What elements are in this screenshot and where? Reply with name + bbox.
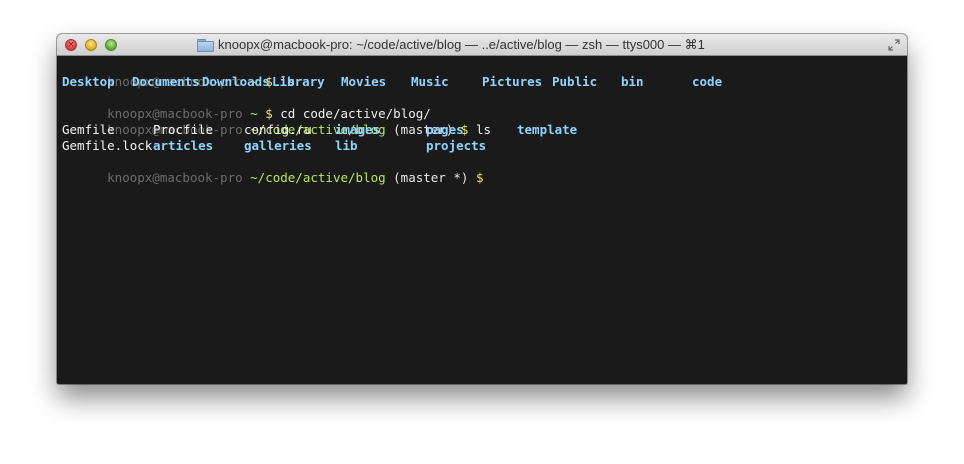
prompt-line: knoopx@macbook-pro ~/code/active/blog (m… [62, 154, 907, 185]
file-entry: Gemfile.lock [62, 138, 153, 153]
directory-entry: Movies [341, 74, 387, 89]
directory-entry: Pictures [482, 74, 543, 89]
terminal-content[interactable]: knoopx@macbook-pro ~ $ ls Desktop Docume… [57, 56, 907, 384]
title-bar[interactable]: × knoopx@macbook-pro: ~/code/active/blog… [57, 34, 907, 56]
directory-entry: code [692, 74, 723, 89]
directory-entry: articles [153, 138, 214, 153]
file-entry: Gemfile [62, 122, 115, 137]
prompt-user: knoopx@macbook-pro [107, 170, 243, 185]
ls-output-line: Gemfile Procfile config.ru images pages … [62, 122, 907, 138]
directory-entry: galleries [244, 138, 312, 153]
prompt-symbol: $ [475, 170, 484, 185]
directory-entry: images [335, 122, 381, 137]
ls-output-line: Gemfile.lock articles galleries lib proj… [62, 138, 907, 154]
directory-entry: Downloads [202, 74, 270, 89]
directory-entry: Music [411, 74, 449, 89]
folder-icon [197, 39, 214, 52]
window-title-area: knoopx@macbook-pro: ~/code/active/blog —… [197, 34, 877, 56]
directory-entry: projects [426, 138, 487, 153]
directory-entry: lib [335, 138, 358, 153]
prompt-line: knoopx@macbook-pro ~/code/active/blog (m… [62, 106, 907, 137]
ls-output-line: Desktop Documents Downloads Library Movi… [62, 74, 907, 90]
git-branch-indicator: (master *) [393, 170, 469, 185]
close-button[interactable]: × [65, 39, 77, 51]
directory-entry: pages [426, 122, 464, 137]
minimize-button[interactable] [85, 39, 97, 51]
file-entry: Procfile [153, 122, 214, 137]
directory-entry: Library [272, 74, 325, 89]
prompt-line: knoopx@macbook-pro ~ $ cd code/active/bl… [62, 90, 907, 121]
prompt-path: ~/code/active/blog [250, 170, 386, 185]
directory-entry: Public [552, 74, 598, 89]
terminal-window: × knoopx@macbook-pro: ~/code/active/blog… [57, 34, 907, 384]
close-icon: × [67, 40, 75, 50]
directory-entry: bin [621, 74, 644, 89]
file-entry: config.ru [244, 122, 312, 137]
directory-entry: Documents [132, 74, 200, 89]
directory-entry: template [517, 122, 578, 137]
zoom-button[interactable] [105, 39, 117, 51]
fullscreen-arrows-icon[interactable] [887, 38, 901, 52]
window-title: knoopx@macbook-pro: ~/code/active/blog —… [218, 37, 705, 52]
directory-entry: Desktop [62, 74, 115, 89]
prompt-line: knoopx@macbook-pro ~ $ ls [62, 58, 907, 89]
